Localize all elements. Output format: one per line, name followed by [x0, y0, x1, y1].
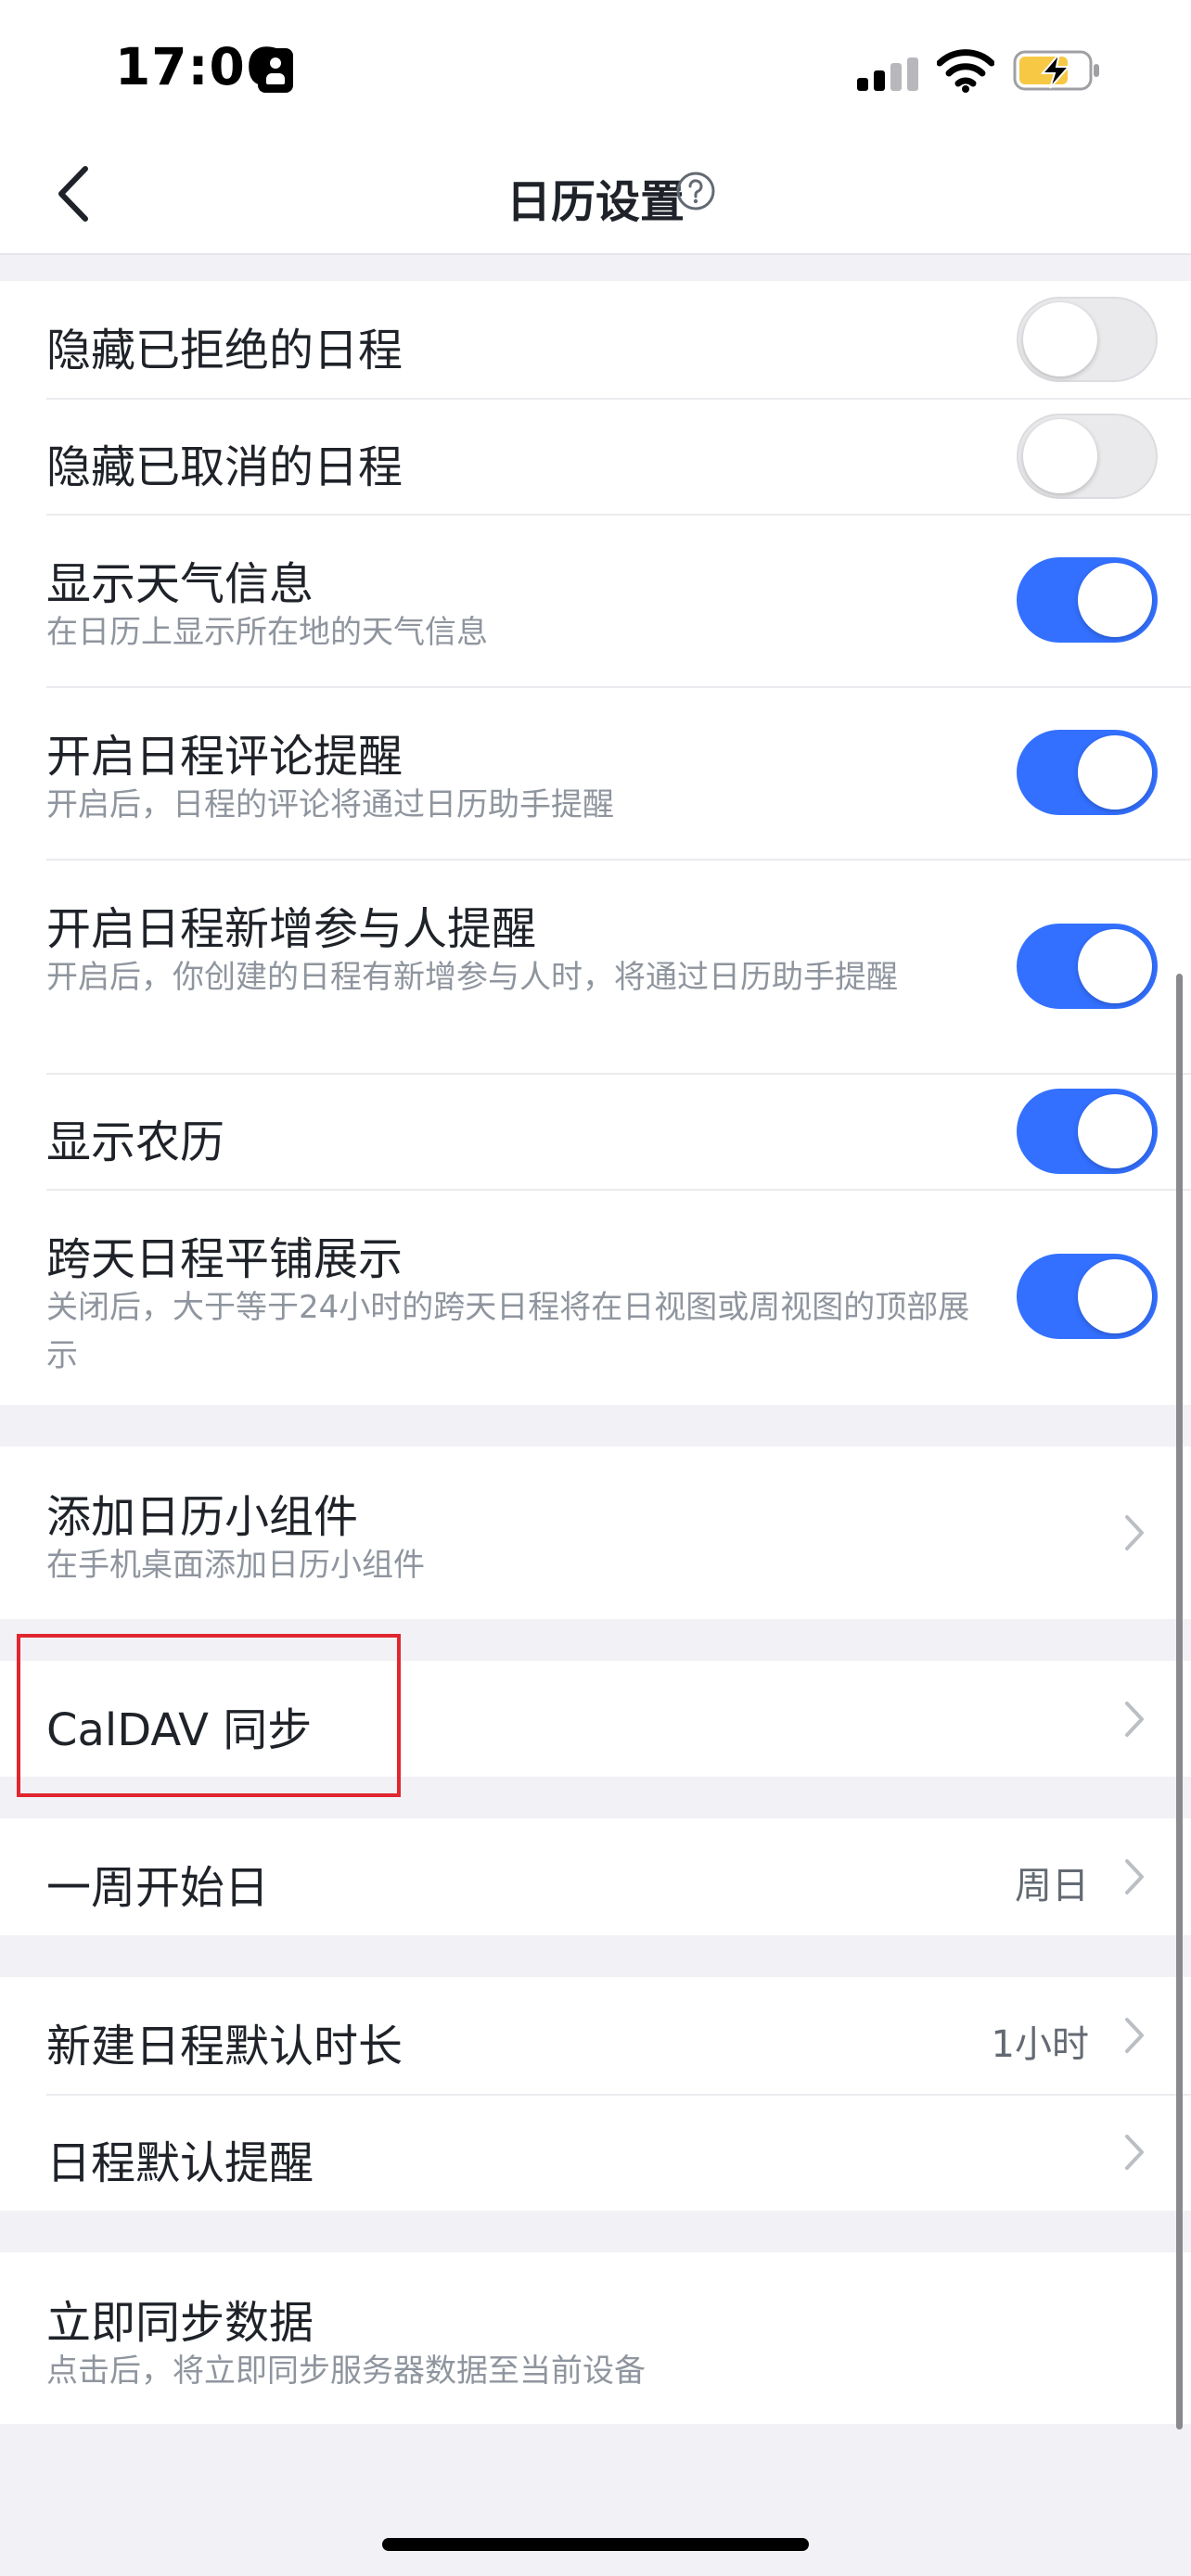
show-weather-toggle[interactable]: [1017, 557, 1158, 643]
lunar-calendar-toggle[interactable]: [1017, 1089, 1158, 1174]
setting-title: 日程默认提醒: [46, 2137, 314, 2189]
setting-row-multiday-tile[interactable]: 跨天日程平铺展示 关闭后，大于等于24小时的跨天日程将在日视图或周视图的顶部展示: [0, 1189, 1191, 1405]
week-start-group: 一周开始日 周日: [0, 1818, 1191, 1935]
status-bar: 17:06: [0, 0, 1191, 139]
new-attendee-reminder-toggle[interactable]: [1017, 924, 1158, 1009]
default-reminder-row[interactable]: 日程默认提醒: [0, 2094, 1191, 2211]
chevron-right-icon: [1125, 2135, 1144, 2170]
setting-title: 隐藏已拒绝的日程: [46, 325, 403, 376]
setting-description: 开启后，日程的评论将通过日历助手提醒: [46, 786, 614, 823]
chevron-right-icon: [1125, 1702, 1144, 1737]
wifi-icon: [937, 49, 994, 93]
setting-title: 开启日程新增参与人提醒: [46, 903, 537, 955]
hide-declined-toggle[interactable]: [1017, 297, 1158, 382]
multiday-tile-toggle[interactable]: [1017, 1254, 1158, 1339]
page-title: 日历设置: [506, 176, 685, 228]
battery-charging-icon: [1013, 50, 1099, 91]
home-indicator[interactable]: [382, 2538, 809, 2551]
setting-title: 添加日历小组件: [46, 1491, 359, 1543]
setting-row-show-weather[interactable]: 显示天气信息 在日历上显示所在地的天气信息: [0, 514, 1191, 686]
setting-title: 显示天气信息: [46, 558, 314, 610]
chevron-right-icon: [1125, 2018, 1144, 2053]
nav-bar: 日历设置: [0, 139, 1191, 255]
calendar-settings-screen: 17:06 日历设置 隐藏已拒绝的日程 隐藏已取消的日程 显示天气信息 在日历上…: [0, 0, 1191, 2576]
setting-title: 显示农历: [46, 1116, 225, 1168]
default-duration-row[interactable]: 新建日程默认时长 1小时: [0, 1977, 1191, 2094]
setting-title: 立即同步数据: [46, 2297, 314, 2349]
chevron-right-icon: [1125, 1859, 1144, 1894]
setting-title: 新建日程默认时长: [46, 2021, 403, 2072]
widget-group: 添加日历小组件 在手机桌面添加日历小组件: [0, 1447, 1191, 1619]
scroll-indicator[interactable]: [1176, 974, 1183, 2429]
week-start-value: 周日: [1015, 1865, 1089, 1907]
setting-description: 开启后，你创建的日程有新增参与人时，将通过日历助手提醒: [46, 959, 898, 996]
week-start-row[interactable]: 一周开始日 周日: [0, 1818, 1191, 1935]
setting-description: 点击后，将立即同步服务器数据至当前设备: [46, 2353, 646, 2390]
help-icon[interactable]: [675, 171, 716, 211]
contact-card-icon: [258, 48, 293, 93]
setting-title: 一周开始日: [46, 1862, 270, 1914]
setting-description: 在手机桌面添加日历小组件: [46, 1547, 425, 1584]
setting-description: 在日历上显示所在地的天气信息: [46, 614, 488, 651]
setting-row-hide-declined[interactable]: 隐藏已拒绝的日程: [0, 281, 1191, 398]
setting-row-comment-reminder[interactable]: 开启日程评论提醒 开启后，日程的评论将通过日历助手提醒: [0, 686, 1191, 859]
setting-row-new-attendee-reminder[interactable]: 开启日程新增参与人提醒 开启后，你创建的日程有新增参与人时，将通过日历助手提醒: [0, 859, 1191, 1073]
setting-row-hide-cancelled[interactable]: 隐藏已取消的日程: [0, 398, 1191, 514]
default-duration-value: 1小时: [991, 2023, 1089, 2066]
setting-title: 隐藏已取消的日程: [46, 441, 403, 493]
setting-title: 开启日程评论提醒: [46, 731, 403, 783]
add-widget-row[interactable]: 添加日历小组件 在手机桌面添加日历小组件: [0, 1447, 1191, 1619]
hide-cancelled-toggle[interactable]: [1017, 414, 1158, 499]
defaults-group: 新建日程默认时长 1小时 日程默认提醒: [0, 1977, 1191, 2211]
cellular-signal-icon: [857, 57, 918, 91]
sync-group: 立即同步数据 点击后，将立即同步服务器数据至当前设备: [0, 2252, 1191, 2424]
sync-now-row[interactable]: 立即同步数据 点击后，将立即同步服务器数据至当前设备: [0, 2252, 1191, 2424]
setting-title: 跨天日程平铺展示: [46, 1233, 403, 1285]
toggle-settings-group: 隐藏已拒绝的日程 隐藏已取消的日程 显示天气信息 在日历上显示所在地的天气信息 …: [0, 281, 1191, 1405]
setting-description: 关闭后，大于等于24小时的跨天日程将在日视图或周视图的顶部展示: [46, 1289, 970, 1374]
setting-row-lunar-calendar[interactable]: 显示农历: [0, 1073, 1191, 1189]
comment-reminder-toggle[interactable]: [1017, 730, 1158, 815]
caldav-highlight-box: [17, 1634, 401, 1797]
chevron-right-icon: [1125, 1515, 1144, 1550]
